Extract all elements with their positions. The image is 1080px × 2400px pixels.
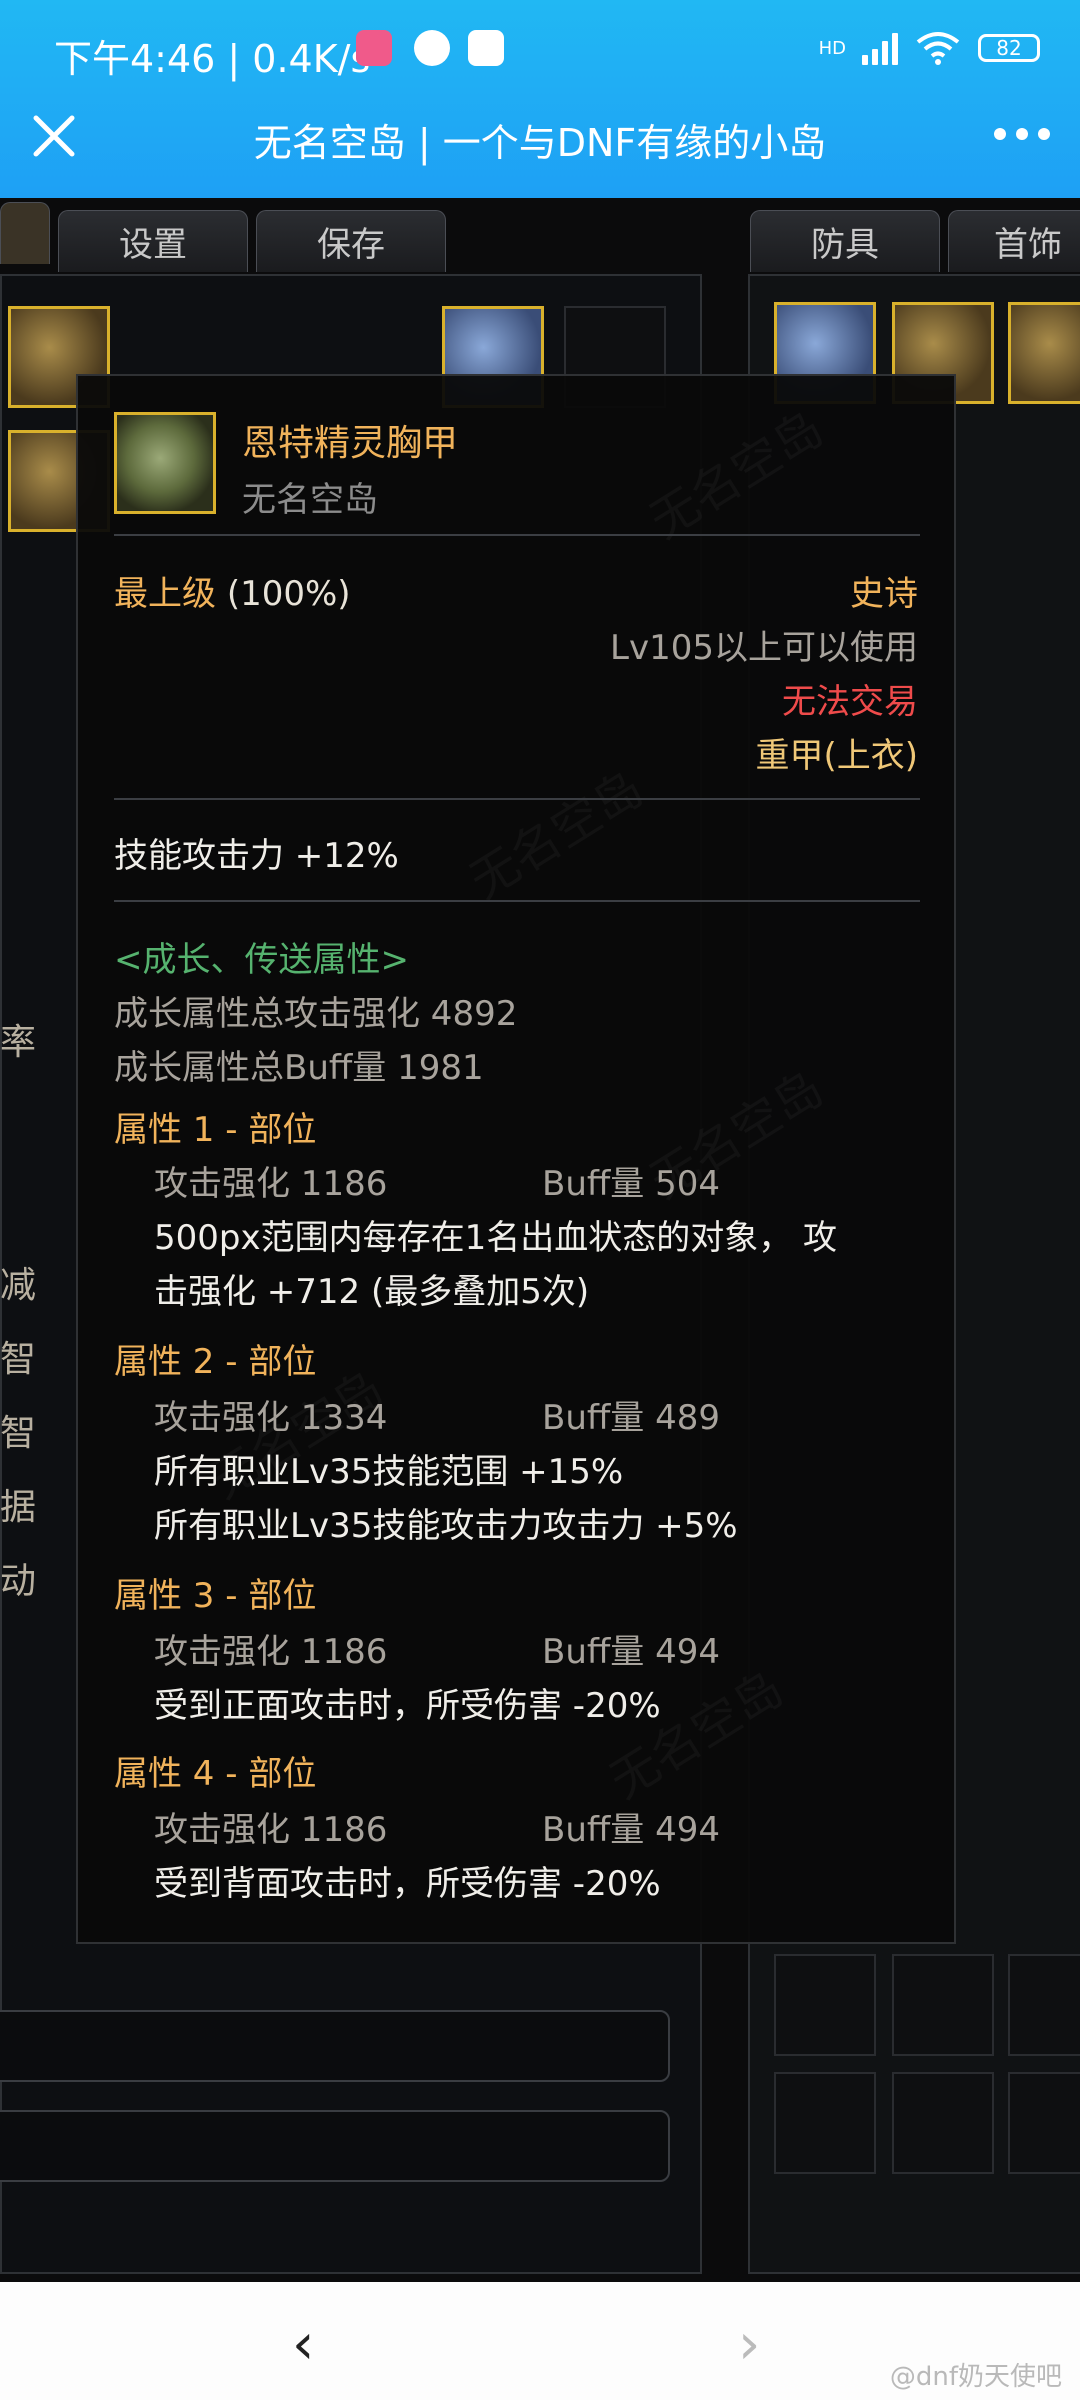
grade-label: 最上级 (100%) bbox=[114, 566, 351, 615]
attribute-effect: 受到正面攻击时，所受伤害 -20% bbox=[154, 1686, 661, 1726]
inventory-slot[interactable] bbox=[1008, 1954, 1080, 2056]
side-label: 减 bbox=[0, 1265, 37, 1306]
status-icons: HD 82 bbox=[819, 30, 1040, 66]
side-label: 据 bbox=[0, 1487, 37, 1528]
inventory-slot[interactable] bbox=[892, 2072, 994, 2174]
side-label: 率 bbox=[0, 1022, 37, 1063]
tab-save[interactable]: 保存 bbox=[256, 210, 446, 272]
attribute-title: 属性 4 - 部位 bbox=[114, 1754, 317, 1794]
tab-armor[interactable]: 防具 bbox=[750, 210, 940, 272]
trade-status: 无法交易 bbox=[782, 682, 918, 722]
input-field[interactable] bbox=[0, 2110, 670, 2182]
image-watermark: @dnf奶天使吧 bbox=[889, 2362, 1062, 2392]
grade-percent: (100%) bbox=[226, 574, 351, 614]
tab-accessory[interactable]: 首饰 bbox=[948, 210, 1080, 272]
back-chevron-icon[interactable]: ‹ bbox=[292, 2312, 314, 2377]
attribute-effect: 所有职业Lv35技能范围 +15% bbox=[154, 1452, 624, 1492]
qq-icon bbox=[414, 30, 450, 66]
attribute-effect: 500px范围内每存在1名出血状态的对象， 攻 bbox=[154, 1218, 838, 1258]
forward-chevron-icon[interactable]: › bbox=[738, 2312, 760, 2377]
level-requirement: Lv105以上可以使用 bbox=[610, 628, 918, 668]
signal-icon bbox=[862, 31, 898, 65]
attribute-buff: Buff量 489 bbox=[542, 1398, 721, 1438]
attribute-buff: Buff量 494 bbox=[542, 1632, 721, 1672]
more-menu-icon[interactable] bbox=[994, 128, 1050, 144]
page-title: 无名空岛 | 一个与DNF有缘的小岛 bbox=[253, 121, 827, 165]
input-field[interactable] bbox=[0, 2010, 670, 2082]
side-label: 智 bbox=[0, 1339, 37, 1380]
skill-attack-stat: 技能攻击力 +12% bbox=[114, 836, 399, 876]
attribute-attack: 攻击强化 1334 bbox=[154, 1398, 388, 1438]
watermark: 无名空岛 bbox=[594, 1650, 794, 1811]
attribute-attack: 攻击强化 1186 bbox=[154, 1632, 388, 1672]
attribute-effect: 受到背面攻击时，所受伤害 -20% bbox=[154, 1864, 661, 1904]
attribute-buff: Buff量 504 bbox=[542, 1164, 721, 1204]
attribute-buff: Buff量 494 bbox=[542, 1810, 721, 1850]
inventory-slot[interactable] bbox=[1008, 302, 1080, 404]
item-author: 无名空岛 bbox=[242, 480, 378, 520]
attribute-title: 属性 1 - 部位 bbox=[114, 1110, 317, 1150]
inventory-slot[interactable] bbox=[892, 1954, 994, 2056]
attribute-title: 属性 3 - 部位 bbox=[114, 1576, 317, 1616]
inventory-slot[interactable] bbox=[774, 1954, 876, 2056]
rarity: 史诗 bbox=[850, 574, 918, 614]
tab-settings[interactable]: 设置 bbox=[58, 210, 248, 272]
armor-item-icon bbox=[114, 412, 216, 514]
battery-icon: 82 bbox=[978, 34, 1040, 62]
item-tooltip: 无名空岛 无名空岛 无名空岛 无名空岛 无名空岛 恩特精灵胸甲 无名空岛 最上级… bbox=[76, 374, 956, 1944]
attribute-effect: 所有职业Lv35技能攻击力攻击力 +5% bbox=[154, 1506, 738, 1546]
growth-total-buff: 成长属性总Buff量 1981 bbox=[114, 1048, 484, 1088]
tab-partial[interactable] bbox=[0, 202, 50, 264]
attribute-attack: 攻击强化 1186 bbox=[154, 1810, 388, 1850]
divider bbox=[114, 534, 920, 536]
watermark: 无名空岛 bbox=[634, 390, 834, 551]
growth-header: <成长、传送属性> bbox=[114, 940, 409, 980]
status-time: 下午4:46 | 0.4K/s bbox=[54, 37, 371, 81]
divider bbox=[114, 798, 920, 800]
attribute-attack: 攻击强化 1186 bbox=[154, 1164, 388, 1204]
attribute-title: 属性 2 - 部位 bbox=[114, 1342, 317, 1382]
slot-type: 重甲(上衣) bbox=[755, 736, 918, 776]
item-name: 恩特精灵胸甲 bbox=[242, 423, 459, 464]
inventory-slot[interactable] bbox=[1008, 2072, 1080, 2174]
attribute-effect: 击强化 +712 (最多叠加5次) bbox=[154, 1272, 590, 1312]
app-notification-icon bbox=[356, 30, 392, 66]
wifi-icon bbox=[916, 32, 960, 65]
growth-total-attack: 成长属性总攻击强化 4892 bbox=[114, 994, 518, 1034]
app-header: 下午4:46 | 0.4K/s HD 82 无名空岛 | 一个与DNF有缘的小岛 bbox=[0, 0, 1080, 198]
side-label: 智 bbox=[0, 1413, 37, 1454]
grade-label-text: 最上级 bbox=[114, 574, 216, 614]
side-label: 动 bbox=[0, 1561, 37, 1602]
inventory-slot[interactable] bbox=[774, 2072, 876, 2174]
app-notification-icon-2 bbox=[468, 30, 504, 66]
divider bbox=[114, 900, 920, 902]
watermark: 无名空岛 bbox=[454, 750, 654, 911]
network-type: HD bbox=[818, 37, 846, 59]
